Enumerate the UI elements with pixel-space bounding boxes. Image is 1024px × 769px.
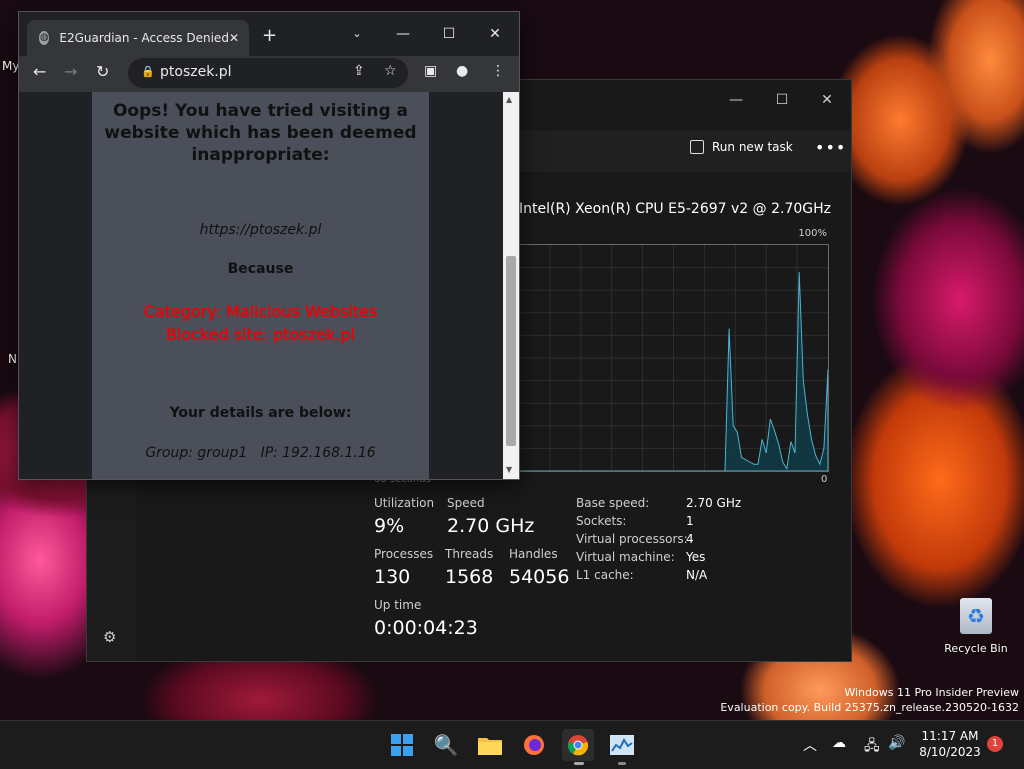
minimize-icon[interactable]: — <box>383 20 423 48</box>
close-icon[interactable]: ✕ <box>807 86 847 114</box>
cpu-model-name: Intel(R) Xeon(R) CPU E5-2697 v2 @ 2.70GH… <box>519 201 831 217</box>
run-new-task-button[interactable]: Run new task <box>690 140 793 154</box>
threads-label: Threads <box>445 547 494 561</box>
recycle-bin-label: Recycle Bin <box>944 642 1008 655</box>
back-arrow-icon[interactable]: ← <box>33 62 46 81</box>
utilization-label: Utilization <box>374 496 435 510</box>
volume-icon[interactable]: 🔊 <box>888 735 905 751</box>
chevron-up-icon[interactable]: ︿ <box>803 735 817 755</box>
tab-search-chevron-icon[interactable]: ⌄ <box>337 20 377 48</box>
utilization-value: 9% <box>374 515 405 537</box>
cloud-icon[interactable]: ☁ <box>832 735 846 751</box>
notification-badge[interactable]: 1 <box>987 736 1003 752</box>
processes-label: Processes <box>374 547 434 561</box>
uptime-value: 0:00:04:23 <box>374 617 478 639</box>
chrome-icon[interactable] <box>562 729 594 761</box>
recycle-bin-icon: ♻ <box>960 598 992 634</box>
processes-value: 130 <box>374 566 411 588</box>
speed-value: 2.70 GHz <box>447 515 535 537</box>
forward-arrow-icon[interactable]: → <box>64 62 77 81</box>
side-panel-icon[interactable]: ▣ <box>424 63 437 79</box>
clock-time: 11:17 AM <box>921 729 979 743</box>
detail-value: 1 <box>686 514 694 528</box>
detail-value: 2.70 GHz <box>686 496 742 510</box>
maximize-icon[interactable]: ☐ <box>429 20 469 48</box>
taskbar: 🔍 ︿ ☁ 🖧 🔊 <box>0 720 1024 769</box>
detail-key: L1 cache: <box>576 568 634 582</box>
tab-title: E2Guardian - Access Denied <box>59 31 229 45</box>
block-reason: Category: Malicious Websites Blocked sit… <box>92 300 429 346</box>
handles-value: 54056 <box>509 566 570 588</box>
detail-key: Virtual processors: <box>576 532 688 546</box>
chrome-active-indicator <box>574 762 584 765</box>
more-options-icon[interactable]: ••• <box>815 138 846 157</box>
file-explorer-icon[interactable] <box>474 729 506 761</box>
tab-access-denied[interactable]: ◍ E2Guardian - Access Denied ✕ <box>27 20 249 56</box>
reload-icon[interactable]: ↻ <box>96 62 109 81</box>
page-viewport: Oops! You have tried visiting a website … <box>19 92 519 479</box>
firefox-icon[interactable] <box>518 729 550 761</box>
recycle-bin[interactable]: ♻ Recycle Bin <box>944 598 1008 655</box>
lock-icon[interactable]: 🔒 <box>141 65 155 78</box>
speed-label: Speed <box>447 496 485 510</box>
desktop-icon-label[interactable]: N <box>8 352 17 366</box>
blocked-site: Blocked site: ptoszek.pl <box>166 325 355 344</box>
scroll-down-arrow-icon[interactable]: ▼ <box>506 465 512 474</box>
scroll-up-arrow-icon[interactable]: ▲ <box>506 95 512 104</box>
cpu-utilization-graph <box>518 244 829 472</box>
block-category: Category: Malicious Websites <box>143 302 378 321</box>
tab-close-icon[interactable]: ✕ <box>229 31 239 45</box>
detail-value: 4 <box>686 532 694 546</box>
task-manager-running-indicator <box>618 762 626 765</box>
windows-watermark-line2: Evaluation copy. Build 25375.zn_release.… <box>720 701 1019 714</box>
new-tab-button[interactable]: + <box>262 25 277 46</box>
start-windows-icon[interactable] <box>386 729 418 761</box>
group-ip-details: Group: group1 IP: 192.168.1.16 <box>145 445 376 461</box>
page-scrollbar[interactable]: ▲ ▼ <box>503 92 519 479</box>
clock-date: 8/10/2023 <box>919 745 981 759</box>
settings-gear-icon[interactable]: ⚙ <box>103 628 116 646</box>
windows-watermark-line1: Windows 11 Pro Insider Preview <box>844 686 1019 699</box>
profile-icon[interactable]: ● <box>456 63 468 79</box>
uptime-label: Up time <box>374 598 422 612</box>
blocked-heading: Oops! You have tried visiting a website … <box>104 101 417 165</box>
details-heading: Your details are below: <box>169 405 352 421</box>
globe-icon: ◍ <box>39 31 50 45</box>
graph-min-label: 0 <box>821 474 828 485</box>
run-new-task-label: Run new task <box>712 140 793 154</box>
detail-key: Sockets: <box>576 514 627 528</box>
network-icon[interactable]: 🖧 <box>864 735 880 759</box>
handles-label: Handles <box>509 547 558 561</box>
bookmark-star-icon[interactable]: ☆ <box>384 63 397 79</box>
desktop-icon-label[interactable]: My <box>2 59 19 73</box>
detail-key: Base speed: <box>576 496 650 510</box>
blocked-url: https://ptoszek.pl <box>199 222 322 238</box>
chrome-browser-window: ◍ E2Guardian - Access Denied ✕ + ⌄ — ☐ ✕… <box>18 11 520 480</box>
graph-max-label: 100% <box>798 228 827 239</box>
detail-value: N/A <box>686 568 708 582</box>
search-icon[interactable]: 🔍 <box>430 729 462 761</box>
url-text[interactable]: ptoszek.pl <box>160 64 232 80</box>
share-icon[interactable]: ⇪ <box>353 63 365 79</box>
menu-kebab-icon[interactable]: ⋮ <box>491 63 505 79</box>
minimize-icon[interactable]: — <box>716 86 756 114</box>
detail-value: Yes <box>686 550 706 564</box>
run-task-icon <box>690 140 704 154</box>
scrollbar-thumb[interactable] <box>506 256 516 446</box>
close-icon[interactable]: ✕ <box>475 20 515 48</box>
because-label: Because <box>227 261 294 277</box>
tab-strip: ◍ E2Guardian - Access Denied ✕ + ⌄ — ☐ ✕ <box>19 12 519 56</box>
task-manager-icon[interactable] <box>606 729 638 761</box>
maximize-icon[interactable]: ☐ <box>762 86 802 114</box>
detail-key: Virtual machine: <box>576 550 675 564</box>
threads-value: 1568 <box>445 566 494 588</box>
blocked-message-panel: Oops! You have tried visiting a website … <box>92 92 429 479</box>
system-clock[interactable]: 11:17 AM 8/10/2023 <box>918 728 982 760</box>
